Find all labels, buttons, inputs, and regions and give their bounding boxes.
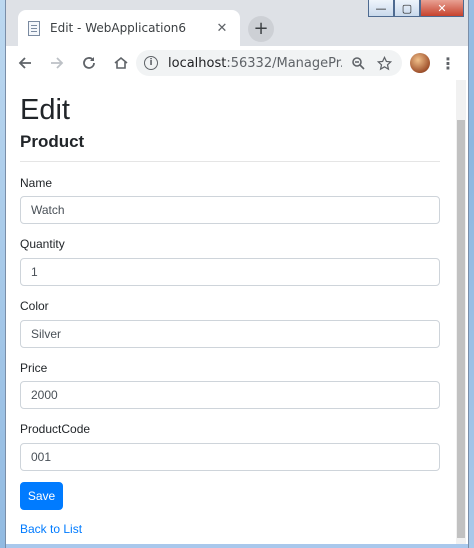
productcode-label: ProductCode <box>20 422 91 436</box>
back-button[interactable] <box>12 50 38 76</box>
new-tab-button[interactable]: + <box>248 16 274 42</box>
window-controls: — ▢ ✕ <box>368 0 464 18</box>
quantity-input[interactable] <box>20 258 440 286</box>
tab-title: Edit - WebApplication6 <box>50 21 187 35</box>
arrow-right-icon <box>51 57 64 69</box>
divider <box>20 161 440 162</box>
home-button[interactable] <box>108 50 134 76</box>
close-window-button[interactable]: ✕ <box>420 0 464 17</box>
price-input[interactable] <box>20 381 440 409</box>
url-path: :56332/ManagePr... <box>226 55 342 71</box>
bookmark-button[interactable] <box>374 53 394 73</box>
scrollbar-thumb[interactable] <box>457 120 465 538</box>
page-favicon-icon <box>28 20 40 36</box>
url-text[interactable]: localhost:56332/ManagePr... <box>168 56 342 71</box>
forward-button[interactable] <box>44 50 70 76</box>
info-icon[interactable]: i <box>144 56 158 70</box>
name-input[interactable] <box>20 196 440 224</box>
vertical-scrollbar[interactable] <box>456 80 466 548</box>
close-tab-icon[interactable]: ✕ <box>214 21 230 36</box>
reload-button[interactable] <box>76 50 102 76</box>
address-bar[interactable]: i localhost:56332/ManagePr... <box>136 50 402 76</box>
star-icon <box>376 55 392 70</box>
quantity-label: Quantity <box>20 237 65 251</box>
maximize-button[interactable]: ▢ <box>394 0 420 17</box>
color-input[interactable] <box>20 320 440 348</box>
page-subtitle: Product <box>20 132 85 151</box>
browser-toolbar: i localhost:56332/ManagePr... ⋮ <box>6 46 468 80</box>
reload-icon <box>83 57 95 69</box>
profile-avatar[interactable] <box>410 53 430 73</box>
color-label: Color <box>20 299 49 313</box>
save-button[interactable]: Save <box>20 482 63 510</box>
arrow-left-icon <box>18 57 31 69</box>
productcode-input[interactable] <box>20 443 440 471</box>
zoom-button[interactable] <box>348 53 368 73</box>
page-title: Edit <box>20 94 70 126</box>
browser-window: Edit - WebApplication6 ✕ + — ▢ ✕ i local… <box>6 0 468 548</box>
tab-edit[interactable]: Edit - WebApplication6 ✕ <box>18 10 240 46</box>
home-icon <box>114 56 128 69</box>
url-host: localhost <box>168 55 227 71</box>
name-label: Name <box>20 176 53 190</box>
window-bottom-border <box>6 544 468 548</box>
page-viewport: Edit Product Name Quantity Color Price P… <box>6 80 468 548</box>
back-to-list-link[interactable]: Back to List <box>20 522 82 536</box>
menu-kebab-icon[interactable]: ⋮ <box>438 51 458 75</box>
zoom-icon <box>352 57 365 70</box>
price-label: Price <box>20 361 48 375</box>
minimize-button[interactable]: — <box>368 0 394 17</box>
